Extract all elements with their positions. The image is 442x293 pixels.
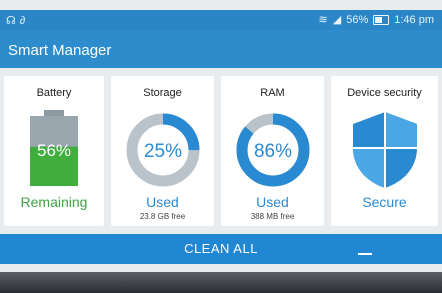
- signal-icon: ◢: [332, 14, 342, 26]
- link-icon: ∂: [19, 15, 30, 27]
- battery-card[interactable]: Battery 56% Remaining: [4, 76, 104, 226]
- battery-icon: [373, 14, 390, 25]
- app-bar: Smart Manager: [0, 30, 442, 68]
- battery-status: Remaining: [20, 194, 88, 210]
- ram-value: 86%: [254, 141, 292, 162]
- security-card-title: Device security: [347, 87, 422, 99]
- shield-icon: [353, 112, 417, 188]
- wifi-icon: ≋: [318, 14, 328, 26]
- storage-card-title: Storage: [143, 87, 182, 99]
- battery-card-title: Battery: [36, 87, 72, 99]
- device-bezel-bottom: [0, 272, 442, 293]
- storage-free: 23.8 GB free: [139, 212, 186, 221]
- security-status: Secure: [362, 194, 407, 210]
- ram-ring: 86%: [236, 113, 310, 187]
- clean-all-label: CLEAN ALL: [184, 241, 258, 256]
- clean-all-button[interactable]: CLEAN ALL: [0, 234, 442, 264]
- screen: ☊∂ ≋ ◢ 56% 1:46 pm Smart Manager Battery…: [0, 0, 442, 272]
- app-title: Smart Manager: [8, 42, 112, 59]
- status-left-icons: ☊∂: [6, 14, 29, 27]
- status-right: ≋ ◢ 56% 1:46 pm: [318, 13, 434, 27]
- storage-ring: 25%: [126, 113, 200, 187]
- status-time: 1:46 pm: [394, 13, 434, 26]
- summary-cards: Battery 56% Remaining Storage 25% Used 2…: [0, 72, 442, 228]
- security-card[interactable]: Device security Secure: [331, 76, 438, 226]
- storage-card[interactable]: Storage 25% Used 23.8 GB free: [111, 76, 214, 226]
- battery-gauge-icon: 56%: [30, 110, 78, 186]
- ram-status: Used: [256, 194, 289, 210]
- ram-card-title: RAM: [260, 87, 285, 99]
- status-bar: ☊∂ ≋ ◢ 56% 1:46 pm: [0, 10, 442, 30]
- ram-free: 388 MB free: [250, 212, 295, 221]
- status-battery-percent: 56%: [346, 13, 369, 26]
- storage-status: Used: [146, 194, 179, 210]
- battery-value: 56%: [37, 141, 71, 160]
- headset-icon: ☊: [6, 15, 20, 27]
- storage-value: 25%: [144, 141, 182, 162]
- underline-mark: [358, 253, 372, 255]
- battery-gauge-cap: [44, 110, 64, 116]
- ram-card[interactable]: RAM 86% Used 388 MB free: [221, 76, 324, 226]
